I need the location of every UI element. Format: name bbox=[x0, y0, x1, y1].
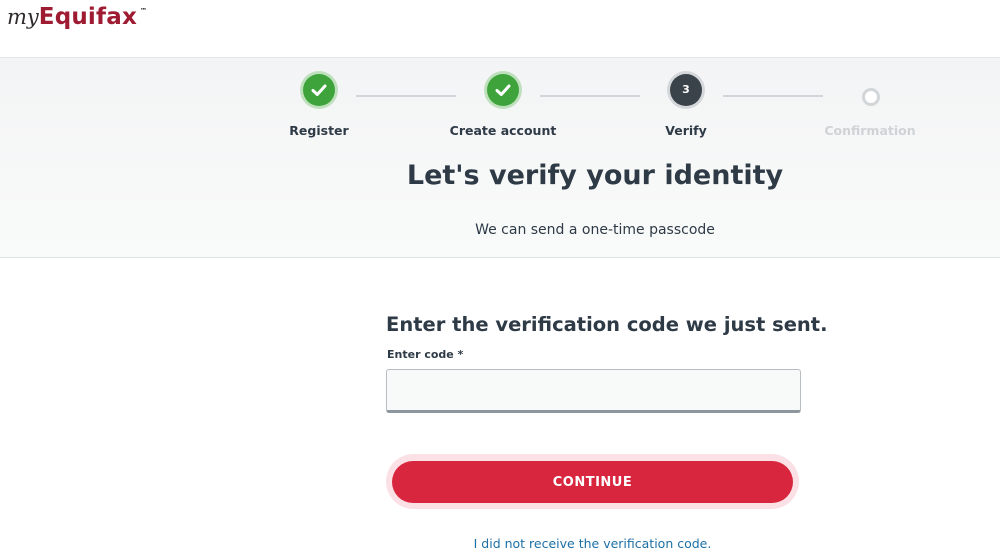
step-label: Create account bbox=[449, 123, 557, 138]
verification-code-input[interactable] bbox=[386, 369, 801, 413]
step-connector bbox=[723, 95, 823, 97]
resend-code-link[interactable]: I did not receive the verification code. bbox=[386, 536, 799, 551]
check-icon bbox=[303, 74, 335, 106]
check-icon bbox=[487, 74, 519, 106]
step-number-badge: 3 bbox=[670, 74, 702, 106]
myequifax-logo[interactable]: myEquifax ™ bbox=[7, 4, 147, 40]
continue-button[interactable]: CONTINUE bbox=[392, 461, 793, 503]
step-connector bbox=[356, 95, 456, 97]
step-label: Confirmation bbox=[824, 123, 916, 138]
logo-prefix: my bbox=[7, 5, 39, 29]
page-subtitle: We can send a one-time passcode bbox=[475, 222, 715, 238]
verification-form: Enter the verification code we just sent… bbox=[386, 313, 828, 413]
step-label: Verify bbox=[665, 123, 707, 138]
page-title: Let's verify your identity bbox=[406, 160, 784, 191]
logo-brand: Equifax bbox=[38, 4, 137, 30]
form-heading: Enter the verification code we just sent… bbox=[386, 313, 828, 336]
step-label: Register bbox=[289, 123, 349, 138]
site-header: myEquifax ™ bbox=[0, 0, 1000, 58]
step-connector bbox=[540, 95, 640, 97]
logo-trademark: ™ bbox=[139, 7, 147, 15]
code-field-label: Enter code * bbox=[387, 348, 464, 361]
step-pending-dot bbox=[862, 88, 880, 106]
